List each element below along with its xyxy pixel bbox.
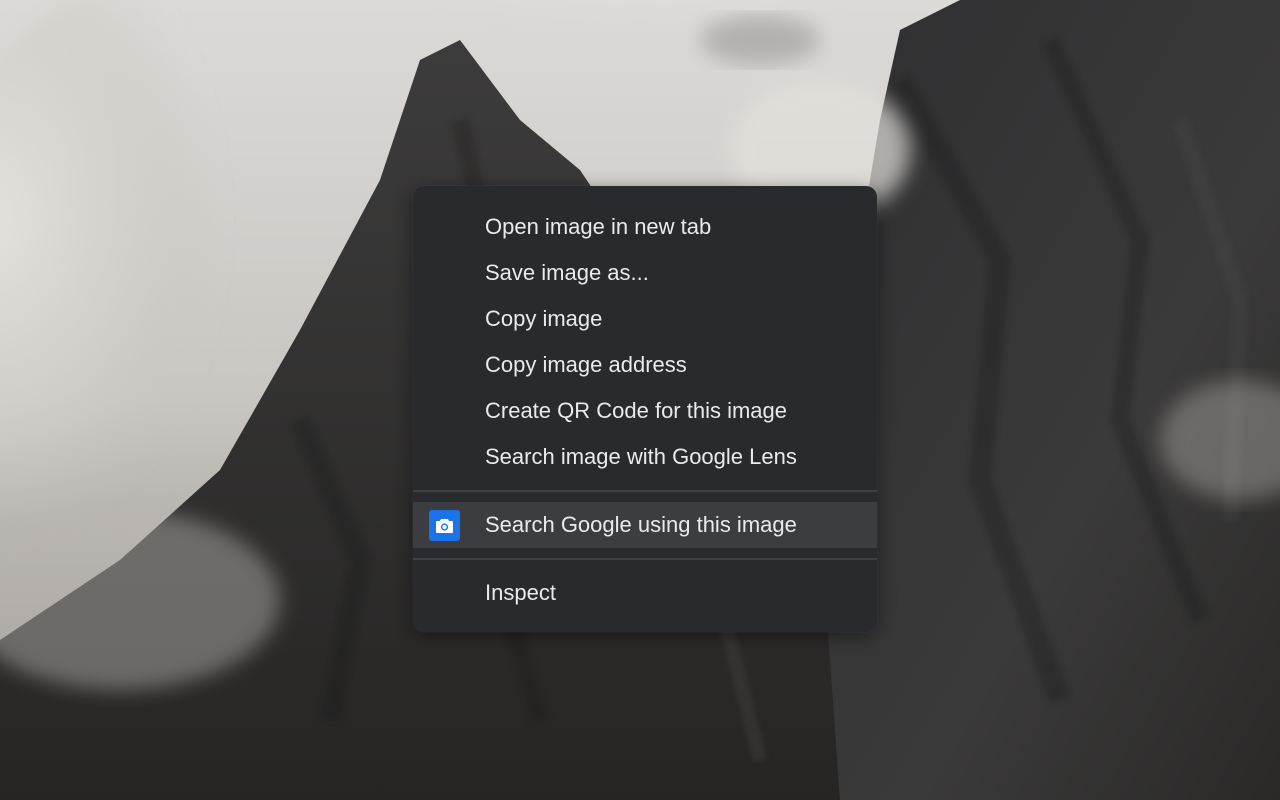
menu-separator [413,490,877,492]
menu-item-inspect[interactable]: Inspect [413,570,877,616]
menu-item-label: Inspect [485,580,556,605]
menu-item-search-google-lens[interactable]: Search image with Google Lens [413,434,877,480]
menu-separator [413,558,877,560]
menu-item-label: Save image as... [485,260,649,285]
camera-icon [429,510,460,541]
menu-item-label: Open image in new tab [485,214,712,239]
menu-item-label: Search image with Google Lens [485,444,797,469]
menu-item-save-image-as[interactable]: Save image as... [413,250,877,296]
menu-item-search-google-image[interactable]: Search Google using this image [413,502,877,548]
menu-item-open-image-new-tab[interactable]: Open image in new tab [413,204,877,250]
menu-item-copy-image[interactable]: Copy image [413,296,877,342]
menu-item-label: Search Google using this image [485,512,797,537]
menu-item-label: Create QR Code for this image [485,398,788,423]
menu-item-label: Copy image [485,306,603,331]
browser-page: Open image in new tab Save image as... C… [0,0,1280,800]
menu-item-create-qr-code[interactable]: Create QR Code for this image [413,388,877,434]
image-context-menu: Open image in new tab Save image as... C… [413,186,877,632]
menu-item-label: Copy image address [485,352,687,377]
menu-item-copy-image-address[interactable]: Copy image address [413,342,877,388]
